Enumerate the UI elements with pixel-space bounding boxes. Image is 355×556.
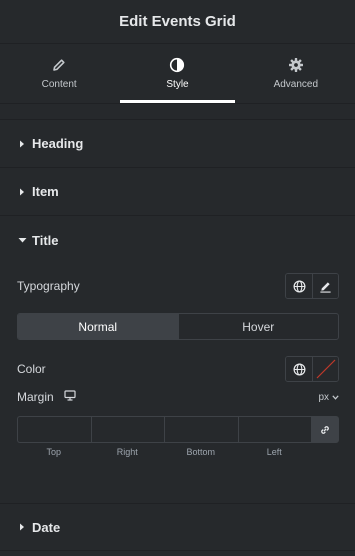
margin-bottom-input[interactable] [164, 416, 238, 443]
margin-label-group: Margin [17, 390, 76, 404]
margin-left-input[interactable] [237, 416, 311, 443]
tab-style[interactable]: Style [118, 44, 236, 103]
global-icon[interactable] [286, 274, 312, 298]
pencil-icon [52, 57, 66, 73]
tab-label: Advanced [273, 79, 319, 90]
state-toggle: Normal Hover [17, 313, 339, 340]
gear-icon [288, 57, 304, 73]
section-label: Title [32, 232, 59, 248]
caret-down-icon [18, 236, 30, 244]
caret-right-icon [18, 188, 30, 196]
toggle-normal[interactable]: Normal [18, 314, 178, 339]
section-date[interactable]: Date [0, 503, 355, 551]
section-label: Heading [32, 136, 84, 151]
margin-right-input[interactable] [90, 416, 164, 443]
section-item[interactable]: Item [0, 168, 355, 216]
section-label: Item [32, 184, 59, 199]
margin-label: Margin [17, 390, 54, 404]
margin-top-label: Top [46, 447, 61, 457]
global-icon[interactable] [286, 357, 312, 381]
typography-row: Typography [17, 273, 339, 299]
margin-right-label: Right [116, 447, 138, 457]
toggle-hover[interactable]: Hover [177, 314, 339, 339]
typography-label: Typography [17, 279, 80, 293]
tab-label: Style [166, 79, 189, 90]
margin-top-input[interactable] [17, 416, 91, 443]
margin-left-label: Left [266, 447, 282, 457]
edit-pencil-icon[interactable] [312, 274, 338, 298]
margin-field-labels: Top Right Bottom Left [17, 447, 339, 457]
tabs-divider [0, 104, 355, 120]
margin-inputs [17, 416, 339, 443]
typography-controls [285, 273, 339, 299]
unit-selector[interactable]: px [318, 392, 339, 403]
panel-title: Edit Events Grid [119, 13, 236, 30]
unit-label: px [318, 391, 329, 403]
color-swatch[interactable] [312, 357, 338, 381]
title-panel: Typography Normal Hover Color Margin px … [0, 273, 355, 457]
tab-bar: Content Style Advanced [0, 44, 355, 104]
desktop-icon[interactable] [64, 390, 76, 404]
chevron-down-icon [332, 392, 339, 403]
caret-right-icon [18, 523, 30, 531]
color-controls [285, 356, 339, 382]
tab-label: Content [41, 79, 77, 90]
tab-content[interactable]: Content [0, 44, 118, 103]
margin-bottom-label: Bottom [186, 447, 215, 457]
section-title[interactable]: Title [0, 216, 355, 264]
section-label: Date [32, 519, 61, 535]
caret-right-icon [18, 140, 30, 148]
margin-row: Margin px [17, 388, 339, 406]
section-heading[interactable]: Heading [0, 120, 355, 168]
tab-advanced[interactable]: Advanced [237, 44, 355, 103]
link-icon[interactable] [311, 416, 339, 443]
color-label: Color [17, 362, 46, 376]
panel-header: Edit Events Grid [0, 0, 355, 44]
color-row: Color [17, 356, 339, 382]
half-circle-icon [169, 57, 185, 73]
